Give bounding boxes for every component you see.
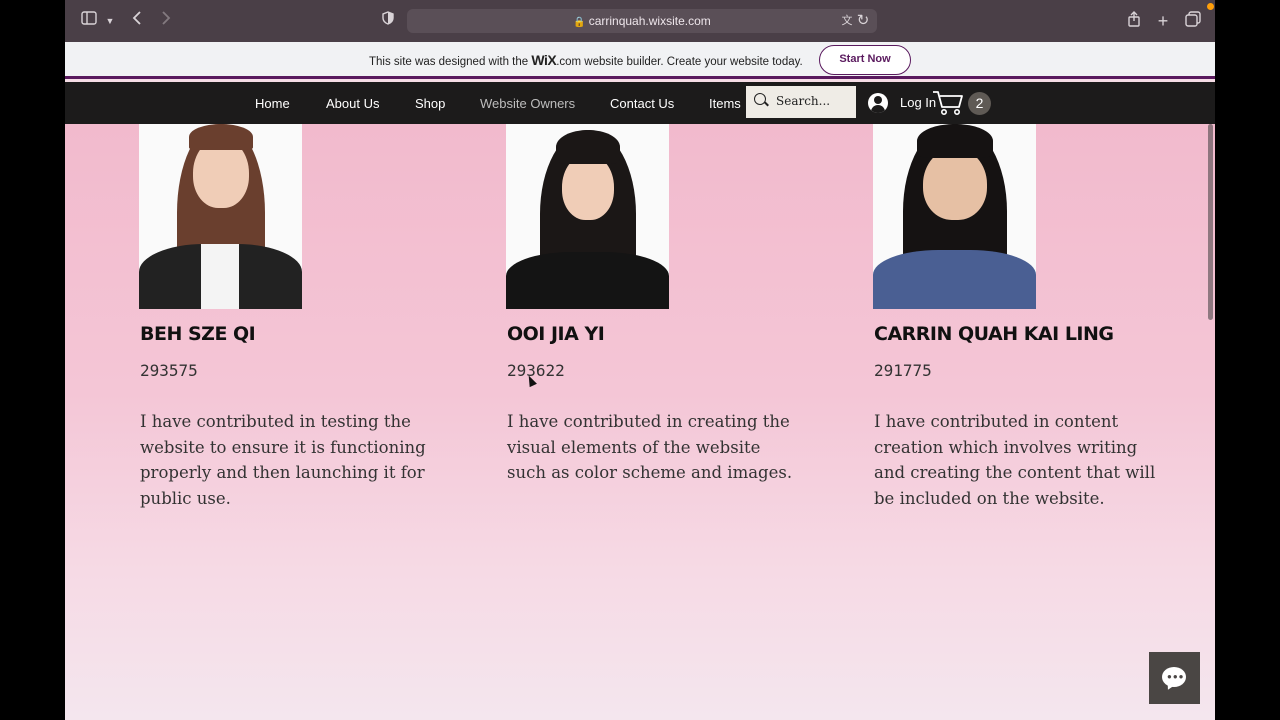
search-icon bbox=[754, 93, 766, 105]
nav-item-items[interactable]: Items bbox=[709, 96, 741, 111]
member-photo bbox=[873, 124, 1036, 309]
search-placeholder: Search... bbox=[776, 94, 831, 108]
member-description: I have contributed in testing the websit… bbox=[140, 412, 426, 508]
shield-icon[interactable] bbox=[378, 11, 398, 31]
member-photo bbox=[506, 124, 669, 309]
plus-icon[interactable]: + bbox=[1153, 11, 1173, 31]
address-bar[interactable]: 🔒 carrinquah.wixsite.com bbox=[407, 9, 877, 33]
wix-banner-text: This site was designed with the WiX.com … bbox=[369, 52, 803, 68]
nav-item-about-us[interactable]: About Us bbox=[326, 96, 379, 111]
cart-icon[interactable] bbox=[932, 90, 964, 116]
member-name: BEH SZE QI bbox=[140, 323, 256, 345]
start-now-button[interactable]: Start Now bbox=[819, 45, 911, 75]
back-icon[interactable] bbox=[127, 11, 147, 31]
nav-item-contact-us[interactable]: Contact Us bbox=[610, 96, 674, 111]
page-scrollbar[interactable] bbox=[1208, 124, 1213, 320]
member-id: 293622 bbox=[507, 361, 565, 380]
sidebar-icon[interactable] bbox=[79, 11, 99, 31]
nav-item-shop[interactable]: Shop bbox=[415, 96, 445, 111]
member-name: OOI JIA YI bbox=[507, 323, 605, 345]
notification-dot bbox=[1207, 3, 1214, 10]
member-id: 291775 bbox=[874, 361, 932, 380]
tabs-icon[interactable] bbox=[1183, 11, 1203, 31]
url-text: carrinquah.wixsite.com bbox=[588, 14, 711, 28]
lock-icon: 🔒 bbox=[573, 17, 586, 28]
browser-toolbar: ▼ 🔒 carrinquah.wixsite.com 文 ↻ + bbox=[65, 0, 1215, 42]
reload-icon[interactable]: ↻ bbox=[853, 11, 873, 31]
nav-item-home[interactable]: Home bbox=[255, 96, 290, 111]
nav-item-website-owners[interactable]: Website Owners bbox=[480, 96, 575, 111]
browser-window: ▼ 🔒 carrinquah.wixsite.com 文 ↻ + This sit… bbox=[65, 0, 1215, 720]
chat-dots-icon: ●●● bbox=[1167, 672, 1185, 681]
search-input[interactable]: Search... bbox=[746, 86, 856, 118]
share-icon[interactable] bbox=[1124, 11, 1144, 31]
wix-banner: This site was designed with the WiX.com … bbox=[65, 42, 1215, 79]
wix-banner-text-before: This site was designed with the bbox=[369, 56, 532, 68]
member-description: I have contributed in creating the visua… bbox=[507, 412, 793, 482]
member-name: CARRIN QUAH KAI LING bbox=[874, 323, 1114, 345]
site-nav: Home About Us Shop Website Owners Contac… bbox=[65, 82, 1215, 124]
wix-logo[interactable]: WiX bbox=[531, 52, 556, 68]
chevron-down-icon[interactable]: ▼ bbox=[100, 11, 120, 31]
member-id: 293575 bbox=[140, 361, 198, 380]
forward-icon[interactable] bbox=[156, 11, 176, 31]
wix-banner-text-after: .com website builder. Create your websit… bbox=[556, 56, 803, 68]
member-description: I have contributed in content creation w… bbox=[874, 412, 1156, 508]
member-photo bbox=[139, 124, 302, 309]
website-owners-section: BEH SZE QI 293575 I have contributed in … bbox=[65, 124, 1215, 720]
login-link[interactable]: Log In bbox=[900, 95, 936, 110]
chat-button[interactable]: ●●● bbox=[1149, 652, 1200, 704]
cart-count-badge[interactable]: 2 bbox=[968, 92, 991, 115]
user-icon[interactable] bbox=[868, 93, 888, 113]
